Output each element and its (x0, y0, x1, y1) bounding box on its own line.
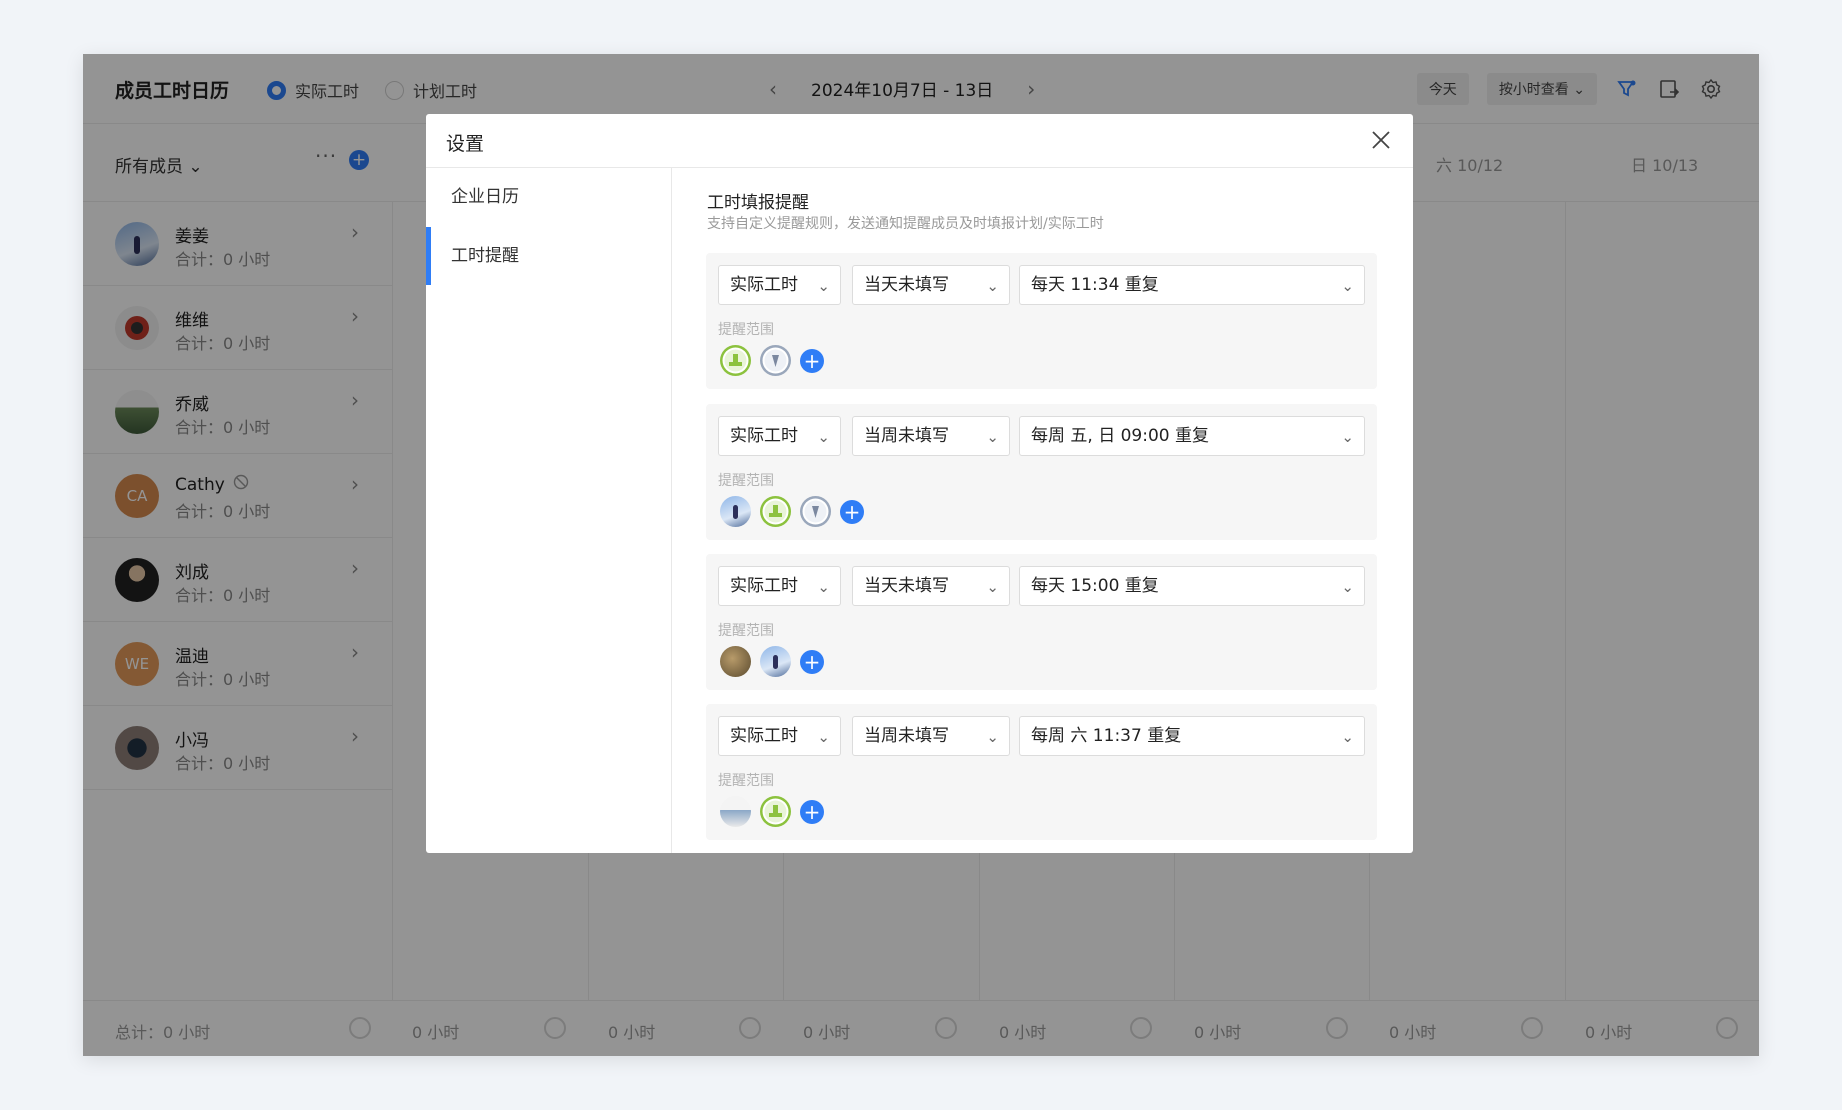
user-avatar-icon[interactable] (720, 796, 751, 827)
scope-members: + (720, 796, 824, 827)
settings-nav: 企业日历 工时提醒 (426, 168, 672, 853)
chevron-down-icon: ⌄ (986, 578, 999, 596)
select-value: 实际工时 (730, 576, 798, 596)
condition-select[interactable]: 当天未填写 ⌄ (852, 265, 1010, 305)
condition-select[interactable]: 当天未填写 ⌄ (852, 566, 1010, 606)
select-value: 当天未填写 (864, 275, 949, 295)
select-value: 实际工时 (730, 726, 798, 746)
scope-label: 提醒范围 (718, 473, 774, 489)
chevron-down-icon: ⌄ (817, 277, 830, 295)
hour-type-select[interactable]: 实际工时 ⌄ (718, 566, 841, 606)
chevron-down-icon: ⌄ (1341, 428, 1354, 446)
user-avatar-icon[interactable] (800, 496, 831, 527)
add-scope-member-button[interactable]: + (800, 649, 824, 674)
section-description: 支持自定义提醒规则，发送通知提醒成员及时填报计划/实际工时 (707, 216, 1104, 232)
reminder-rule: 实际工时 ⌄ 当周未填写 ⌄ 每周 六 11:37 重复 ⌄ 提醒范围 + (706, 704, 1377, 840)
modal-header: 设置 (426, 114, 1413, 168)
nav-item-enterprise-calendar[interactable]: 企业日历 (426, 168, 672, 226)
chevron-down-icon: ⌄ (986, 428, 999, 446)
chevron-down-icon: ⌄ (986, 277, 999, 295)
user-avatar-icon[interactable] (760, 646, 791, 677)
close-icon[interactable] (1369, 128, 1393, 152)
select-value: 实际工时 (730, 426, 798, 446)
chevron-down-icon: ⌄ (817, 578, 830, 596)
select-value: 实际工时 (730, 275, 798, 295)
stamp-avatar-icon[interactable] (720, 345, 751, 376)
nav-item-hour-reminder[interactable]: 工时提醒 (426, 227, 672, 285)
add-scope-member-button[interactable]: + (800, 799, 824, 824)
reminder-rule: 实际工时 ⌄ 当天未填写 ⌄ 每天 11:34 重复 ⌄ 提醒范围 + (706, 253, 1377, 389)
modal-title: 设置 (446, 133, 485, 155)
select-value: 每天 11:34 重复 (1031, 275, 1159, 295)
chevron-down-icon: ⌄ (1341, 728, 1354, 746)
settings-content: 工时填报提醒 支持自定义提醒规则，发送通知提醒成员及时填报计划/实际工时 实际工… (673, 168, 1413, 853)
reminder-rule: 实际工时 ⌄ 当周未填写 ⌄ 每周 五, 日 09:00 重复 ⌄ 提醒范围 + (706, 404, 1377, 540)
chevron-down-icon: ⌄ (1341, 578, 1354, 596)
reminder-rule: 实际工时 ⌄ 当天未填写 ⌄ 每天 15:00 重复 ⌄ 提醒范围 + (706, 554, 1377, 690)
scope-label: 提醒范围 (718, 322, 774, 338)
stamp-avatar-icon[interactable] (760, 796, 791, 827)
user-avatar-icon[interactable] (720, 646, 751, 677)
select-value: 每周 六 11:37 重复 (1031, 726, 1182, 746)
user-avatar-icon[interactable] (720, 496, 751, 527)
chevron-down-icon: ⌄ (817, 728, 830, 746)
settings-modal: 设置 企业日历 工时提醒 工时填报提醒 支持自定义提醒规则，发送通知提醒成员及时… (426, 114, 1413, 853)
add-scope-member-button[interactable]: + (800, 348, 824, 373)
chevron-down-icon: ⌄ (1341, 277, 1354, 295)
select-value: 每周 五, 日 09:00 重复 (1031, 426, 1210, 446)
section-title: 工时填报提醒 (707, 193, 809, 213)
condition-select[interactable]: 当周未填写 ⌄ (852, 716, 1010, 756)
select-value: 每天 15:00 重复 (1031, 576, 1159, 596)
hour-type-select[interactable]: 实际工时 ⌄ (718, 716, 841, 756)
schedule-select[interactable]: 每天 11:34 重复 ⌄ (1019, 265, 1365, 305)
chevron-down-icon: ⌄ (986, 728, 999, 746)
hour-type-select[interactable]: 实际工时 ⌄ (718, 265, 841, 305)
chevron-down-icon: ⌄ (817, 428, 830, 446)
select-value: 当周未填写 (864, 426, 949, 446)
schedule-select[interactable]: 每周 六 11:37 重复 ⌄ (1019, 716, 1365, 756)
condition-select[interactable]: 当周未填写 ⌄ (852, 416, 1010, 456)
schedule-select[interactable]: 每周 五, 日 09:00 重复 ⌄ (1019, 416, 1365, 456)
add-scope-member-button[interactable]: + (840, 499, 864, 524)
scope-label: 提醒范围 (718, 773, 774, 789)
stamp-avatar-icon[interactable] (760, 496, 791, 527)
select-value: 当天未填写 (864, 576, 949, 596)
schedule-select[interactable]: 每天 15:00 重复 ⌄ (1019, 566, 1365, 606)
user-avatar-icon[interactable] (760, 345, 791, 376)
scope-members: + (720, 345, 824, 376)
scope-members: + (720, 496, 864, 527)
hour-type-select[interactable]: 实际工时 ⌄ (718, 416, 841, 456)
select-value: 当周未填写 (864, 726, 949, 746)
scope-label: 提醒范围 (718, 623, 774, 639)
scope-members: + (720, 646, 824, 677)
